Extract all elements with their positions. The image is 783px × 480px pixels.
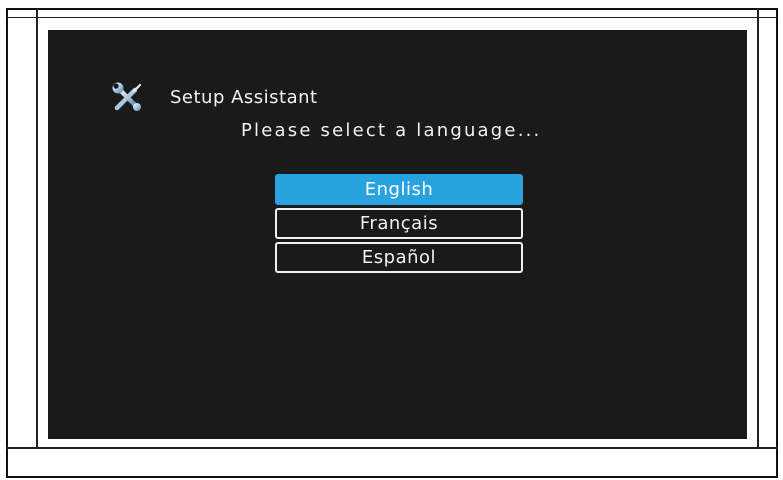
frame-divider-top (6, 17, 778, 18)
language-option-espanol[interactable]: Español (275, 242, 523, 273)
language-option-english[interactable]: English (275, 174, 523, 205)
frame-divider-right (757, 8, 759, 448)
language-list: English Français Español (275, 174, 523, 276)
language-option-francais[interactable]: Français (275, 208, 523, 239)
frame-divider-left (36, 8, 38, 448)
frame-divider-bottom (6, 447, 778, 449)
setup-title: Setup Assistant (170, 86, 318, 108)
tools-icon (112, 82, 142, 111)
setup-header: Setup Assistant (110, 80, 318, 114)
language-prompt: Please select a language... (241, 120, 542, 141)
tv-screen: Setup Assistant Please select a language… (48, 30, 747, 439)
